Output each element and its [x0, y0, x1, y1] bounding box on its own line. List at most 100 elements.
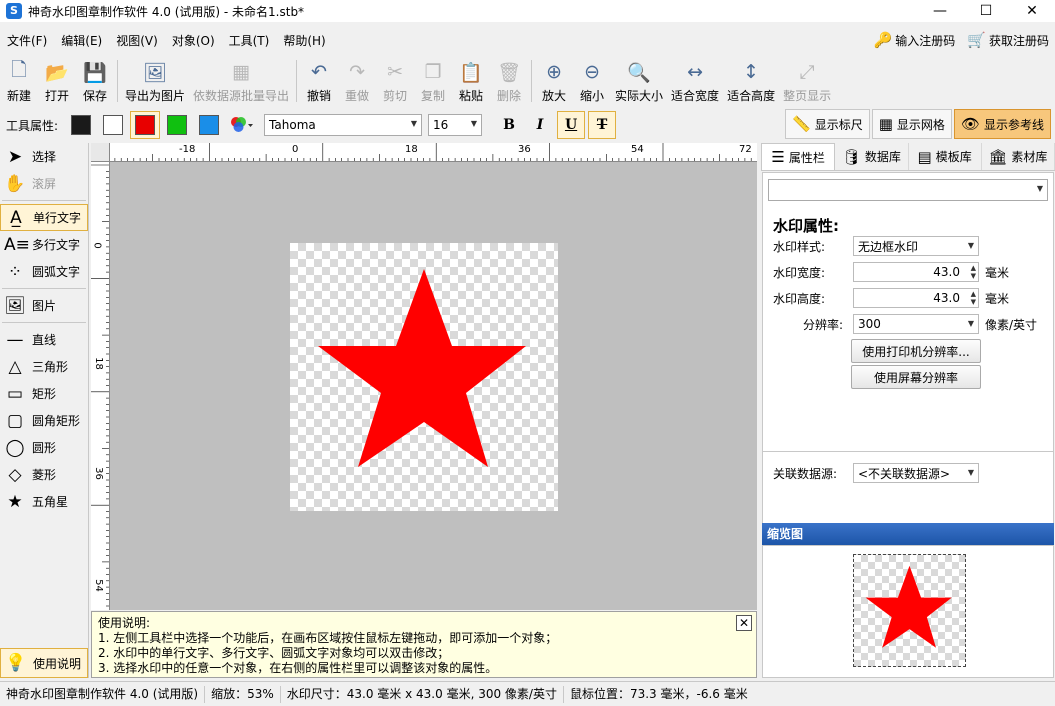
help-button[interactable]: 💡 使用说明: [0, 648, 88, 678]
ruler-label: 36: [92, 467, 104, 480]
tool-star[interactable]: ★ 五角星: [0, 488, 88, 515]
color-swatch: [167, 115, 188, 135]
menu-edit[interactable]: 编辑(E): [54, 32, 109, 49]
height-input[interactable]: 43.0 ▲ ▼: [853, 288, 979, 308]
new-file-button[interactable]: 🗋 新建: [0, 57, 38, 104]
printer-dpi-button[interactable]: 使用打印机分辨率...: [851, 339, 981, 363]
strikethrough-button[interactable]: T: [588, 111, 617, 139]
copy-button[interactable]: ❐ 复制: [414, 57, 452, 104]
batch-export-icon: ▦: [232, 61, 250, 83]
tool-multi-text[interactable]: A≡ 多行文字: [0, 231, 88, 258]
menu-tools[interactable]: 工具(T): [222, 32, 277, 49]
zoom-in-icon: ⊕: [546, 61, 562, 83]
library-icon: 🏛: [988, 147, 1008, 166]
full-page-button[interactable]: ⤢ 整页显示: [779, 57, 835, 104]
tool-hand[interactable]: ✋ 滚屏: [0, 170, 88, 197]
preview-thumbnail: [853, 554, 966, 667]
chevron-down-icon: ▼: [967, 319, 974, 328]
font-family-select[interactable]: Tahoma ▼: [264, 114, 423, 136]
maximize-button[interactable]: ☐: [963, 0, 1009, 22]
toolbar-label: 重做: [345, 89, 370, 103]
get-code-link[interactable]: 🛒 获取注册码: [967, 31, 1049, 49]
preview-title: 缩览图: [762, 523, 1054, 545]
copy-icon: ❐: [424, 61, 442, 83]
enter-code-link[interactable]: 🔑 输入注册码: [874, 31, 956, 49]
italic-button[interactable]: I: [526, 111, 554, 139]
spin-icon[interactable]: ▲ ▼: [971, 290, 976, 306]
guide-eye-toggle-button[interactable]: 👁 显示参考线: [953, 109, 1051, 139]
toolbar-label: 新建: [6, 89, 31, 103]
redo-button[interactable]: ↷ 重做: [338, 57, 376, 104]
menu-file[interactable]: 文件(F): [0, 32, 54, 49]
tool-rectangle[interactable]: ▭ 矩形: [0, 380, 88, 407]
design-canvas[interactable]: [110, 162, 757, 610]
tab-properties[interactable]: ☰ 属性栏: [761, 143, 836, 170]
fit-height-button[interactable]: ↕ 适合高度: [723, 57, 779, 104]
color-swatch-button[interactable]: [162, 111, 192, 139]
zoom-out-button[interactable]: ⊖ 缩小: [573, 57, 611, 104]
batch-export-button[interactable]: ▦ 依数据源批量导出: [189, 57, 293, 104]
color-swatch: [71, 115, 92, 135]
tool-line[interactable]: — 直线: [0, 326, 88, 353]
fit-width-button[interactable]: ↔ 适合宽度: [667, 57, 723, 104]
tool-diamond[interactable]: ◇ 菱形: [0, 461, 88, 488]
color-swatch-button[interactable]: [66, 111, 96, 139]
grid-toggle-button[interactable]: ▦ 显示网格: [871, 109, 952, 139]
width-input[interactable]: 43.0 ▲ ▼: [853, 262, 979, 282]
datasource-select[interactable]: <不关联数据源> ▼: [853, 463, 979, 483]
tool-single-text[interactable]: A̲ 单行文字: [0, 204, 88, 231]
save-button[interactable]: 💾 保存: [76, 57, 114, 104]
color-picker-button[interactable]: [226, 111, 256, 139]
vertical-ruler: 0 18 36 54: [91, 162, 110, 610]
color-swatch-button[interactable]: [194, 111, 224, 139]
screen-dpi-button[interactable]: 使用屏幕分辨率: [851, 365, 981, 389]
tool-rounded-rect[interactable]: ▢ 圆角矩形: [0, 407, 88, 434]
panel-tabs: ☰ 属性栏 🛢 数据库 ▤ 模板库 🏛 素材库: [761, 143, 1055, 171]
undo-button[interactable]: ↶ 撤销: [300, 57, 338, 104]
tool-arc-text[interactable]: ⁘ 圆弧文字: [0, 258, 88, 285]
star-shape[interactable]: [290, 243, 558, 511]
help-title: 使用说明:: [98, 616, 151, 630]
tool-picture[interactable]: 🖼 图片: [0, 292, 88, 319]
menu-help[interactable]: 帮助(H): [276, 32, 332, 49]
open-button[interactable]: 📂 打开: [38, 57, 76, 104]
dpi-select[interactable]: 300 ▼: [853, 314, 979, 334]
watermark-artboard[interactable]: [290, 243, 558, 511]
export-image-button[interactable]: 🖼 导出为图片: [121, 57, 189, 104]
help-line: 2. 水印中的单行文字、多行文字、圆弧文字对象均可以双击修改；: [98, 646, 450, 660]
ruler-toggle-button[interactable]: 📏 显示标尺: [785, 109, 870, 139]
font-size-select[interactable]: 16 ▼: [428, 114, 483, 136]
cut-button[interactable]: ✂ 剪切: [376, 57, 414, 104]
status-mouse: 鼠标位置：73.3 毫米，-6.6 毫米: [569, 686, 748, 701]
underline-button[interactable]: U: [557, 111, 586, 139]
paste-button[interactable]: 📋 粘贴: [452, 57, 490, 104]
ruler-corner: [91, 143, 110, 162]
tab-template[interactable]: ▤ 模板库: [909, 143, 982, 170]
tab-database[interactable]: 🛢 数据库: [835, 143, 909, 170]
bold-button[interactable]: B: [495, 111, 523, 139]
ruler-label: 0: [91, 242, 103, 249]
undo-icon: ↶: [311, 61, 327, 83]
toolbar-label: 打开: [44, 89, 69, 103]
title-bar: S 神奇水印图章制作软件 4.0 (试用版) - 未命名1.stb* — ☐ ✕: [0, 0, 1055, 22]
save-icon: 💾: [83, 61, 107, 84]
tool-pointer[interactable]: ➤ 选择: [0, 143, 88, 170]
delete-button[interactable]: 🗑 删除: [490, 57, 528, 104]
actual-size-button[interactable]: 🔍 实际大小: [611, 57, 667, 104]
zoom-in-button[interactable]: ⊕ 放大: [535, 57, 573, 104]
tool-label: 单行文字: [33, 211, 82, 225]
color-swatch-button[interactable]: [130, 111, 161, 139]
watermark-style-select[interactable]: 无边框水印 ▼: [853, 236, 979, 256]
tab-library[interactable]: 🏛 素材库: [982, 143, 1055, 170]
object-select[interactable]: ▼: [768, 179, 1048, 201]
color-swatch-button[interactable]: [98, 111, 128, 139]
close-help-button[interactable]: ✕: [736, 615, 752, 631]
style-value: 无边框水印: [858, 239, 919, 254]
menu-object[interactable]: 对象(O): [165, 32, 222, 49]
tool-circle[interactable]: ◯ 圆形: [0, 434, 88, 461]
spin-icon[interactable]: ▲ ▼: [971, 264, 976, 280]
tool-triangle[interactable]: △ 三角形: [0, 353, 88, 380]
minimize-button[interactable]: —: [917, 0, 963, 22]
menu-view[interactable]: 视图(V): [109, 32, 165, 49]
close-window-button[interactable]: ✕: [1009, 0, 1055, 22]
